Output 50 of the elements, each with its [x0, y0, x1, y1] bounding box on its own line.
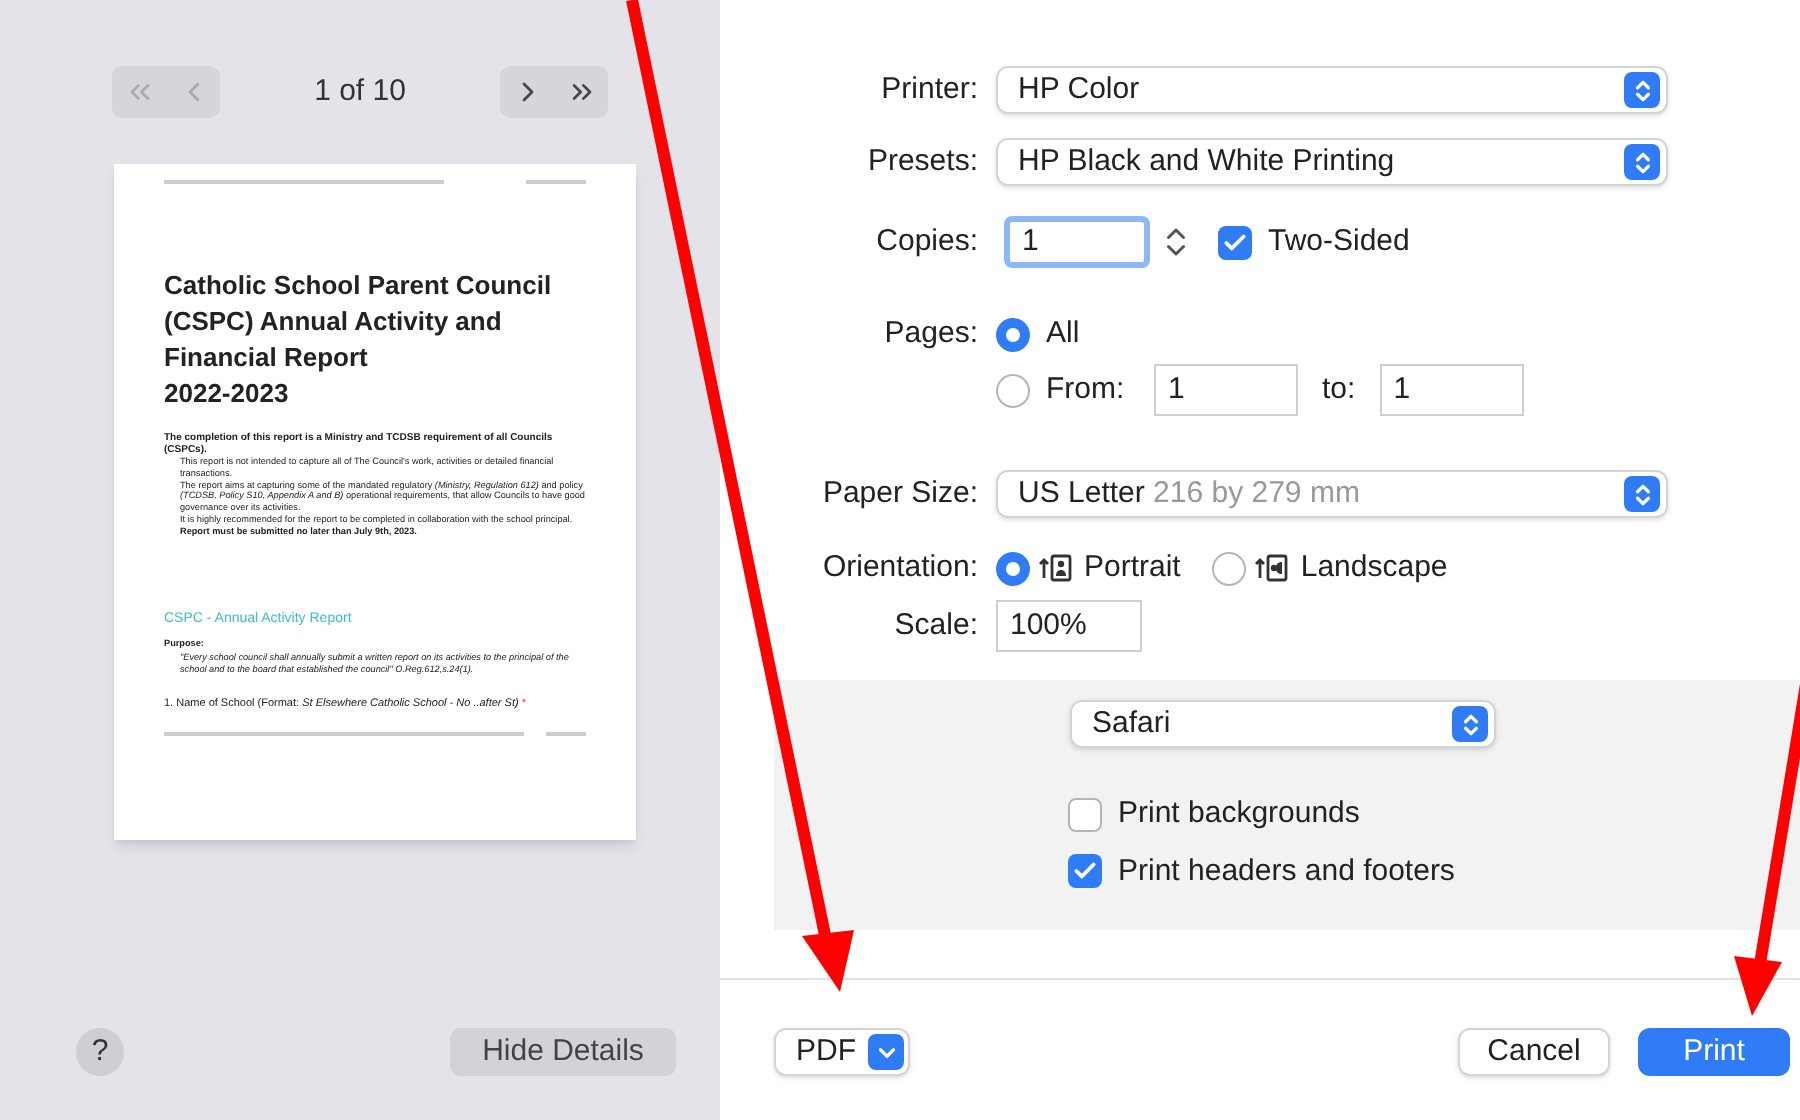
- field-label: Presets:: [865, 141, 980, 182]
- field-label: Paper Size:: [820, 473, 980, 514]
- radio-label: Portrait: [1084, 547, 1181, 588]
- hide-details-button[interactable]: Hide Details: [450, 1028, 676, 1076]
- popup-menu[interactable]: HP Color: [996, 66, 1668, 114]
- field-label: Pages:: [882, 313, 980, 354]
- updown-icon: [1452, 706, 1488, 742]
- help-button[interactable]: ?: [76, 1028, 124, 1076]
- header-line: [526, 180, 586, 184]
- checkbox-label: Print backgrounds: [1118, 794, 1360, 834]
- radio-button[interactable]: [996, 373, 1030, 407]
- checkbox[interactable]: [1068, 854, 1102, 889]
- footer-line: [546, 731, 586, 736]
- updown-icon: [1624, 144, 1660, 180]
- document-title: Catholic School Parent Council: [164, 268, 554, 304]
- text-field[interactable]: 1: [1379, 364, 1524, 416]
- landscape-icon: [1254, 554, 1289, 582]
- checkbox[interactable]: [1068, 797, 1102, 832]
- field-label: Scale:: [892, 605, 980, 646]
- radio-label: From:: [1046, 369, 1127, 410]
- checkmark-icon: [1222, 229, 1248, 255]
- text-field[interactable]: 1: [1154, 364, 1298, 416]
- field-label: Printer:: [879, 69, 980, 110]
- pdf-menu-button[interactable]: PDF: [774, 1028, 910, 1076]
- print-button[interactable]: Print: [1638, 1028, 1790, 1076]
- chevron-down-icon: [868, 1034, 904, 1070]
- radio-button[interactable]: [1212, 551, 1247, 585]
- popup-menu[interactable]: Safari: [1070, 700, 1496, 748]
- document-title: 2022-2023: [164, 376, 291, 412]
- field-label: Orientation:: [820, 547, 980, 588]
- text-field[interactable]: 1: [1004, 216, 1150, 268]
- cancel-button[interactable]: Cancel: [1458, 1028, 1610, 1076]
- radio-label: Landscape: [1300, 547, 1448, 588]
- updown-icon: [1624, 476, 1660, 512]
- checkbox-label: Print headers and footers: [1118, 851, 1455, 891]
- popup-menu[interactable]: US Letter 216 by 279 mm: [996, 470, 1668, 518]
- document-title: (CSPC) Annual Activity and: [164, 304, 504, 340]
- document-title: Financial Report: [164, 340, 370, 376]
- text-field[interactable]: 100%: [996, 600, 1142, 652]
- updown-icon: [1624, 72, 1660, 108]
- radio-button[interactable]: [996, 317, 1030, 351]
- radio-label: All: [1046, 313, 1080, 354]
- popup-menu[interactable]: HP Black and White Printing: [996, 138, 1668, 186]
- radio-button[interactable]: [996, 551, 1030, 585]
- field-label: Copies:: [874, 221, 980, 262]
- page-indicator: 1 of 10: [312, 71, 408, 112]
- checkbox[interactable]: [1218, 225, 1252, 259]
- field-label: to:: [1322, 369, 1356, 410]
- checkbox-label: Two-Sided: [1268, 221, 1410, 262]
- portrait-icon: [1038, 554, 1072, 582]
